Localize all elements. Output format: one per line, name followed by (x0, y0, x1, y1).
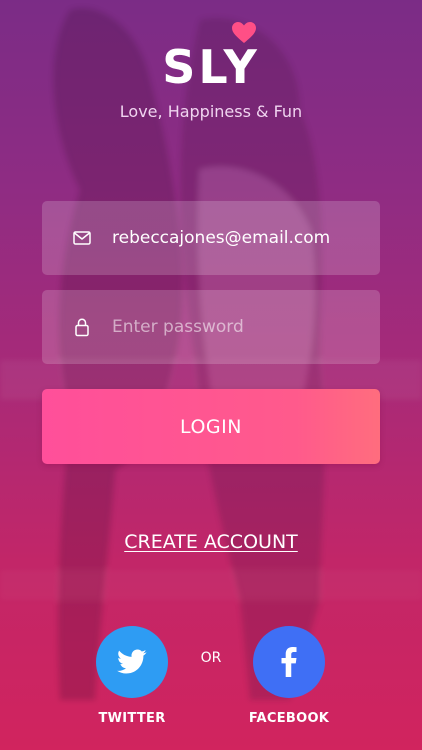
app-tagline: Love, Happiness & Fun (119, 102, 303, 121)
facebook-label: FACEBOOK (248, 711, 330, 726)
mail-icon (73, 231, 91, 245)
email-value[interactable]: rebeccajones@email.com (112, 201, 330, 275)
login-screen: SLY Love, Happiness & Fun rebeccajones@e… (0, 0, 422, 750)
lock-icon (75, 318, 89, 337)
app-logo-title: SLY (162, 40, 260, 94)
password-input[interactable] (112, 290, 362, 364)
password-field[interactable] (42, 290, 380, 364)
or-divider-label: OR (200, 650, 222, 666)
twitter-label: TWITTER (98, 711, 166, 726)
twitter-login-button[interactable] (96, 626, 168, 698)
twitter-bird-icon (117, 649, 147, 674)
content-layer: SLY Love, Happiness & Fun rebeccajones@e… (0, 0, 422, 750)
facebook-f-icon (281, 647, 297, 677)
login-button[interactable]: LOGIN (42, 389, 380, 464)
create-account-link[interactable]: CREATE ACCOUNT (0, 531, 422, 553)
email-field[interactable]: rebeccajones@email.com (42, 201, 380, 275)
facebook-login-button[interactable] (253, 626, 325, 698)
